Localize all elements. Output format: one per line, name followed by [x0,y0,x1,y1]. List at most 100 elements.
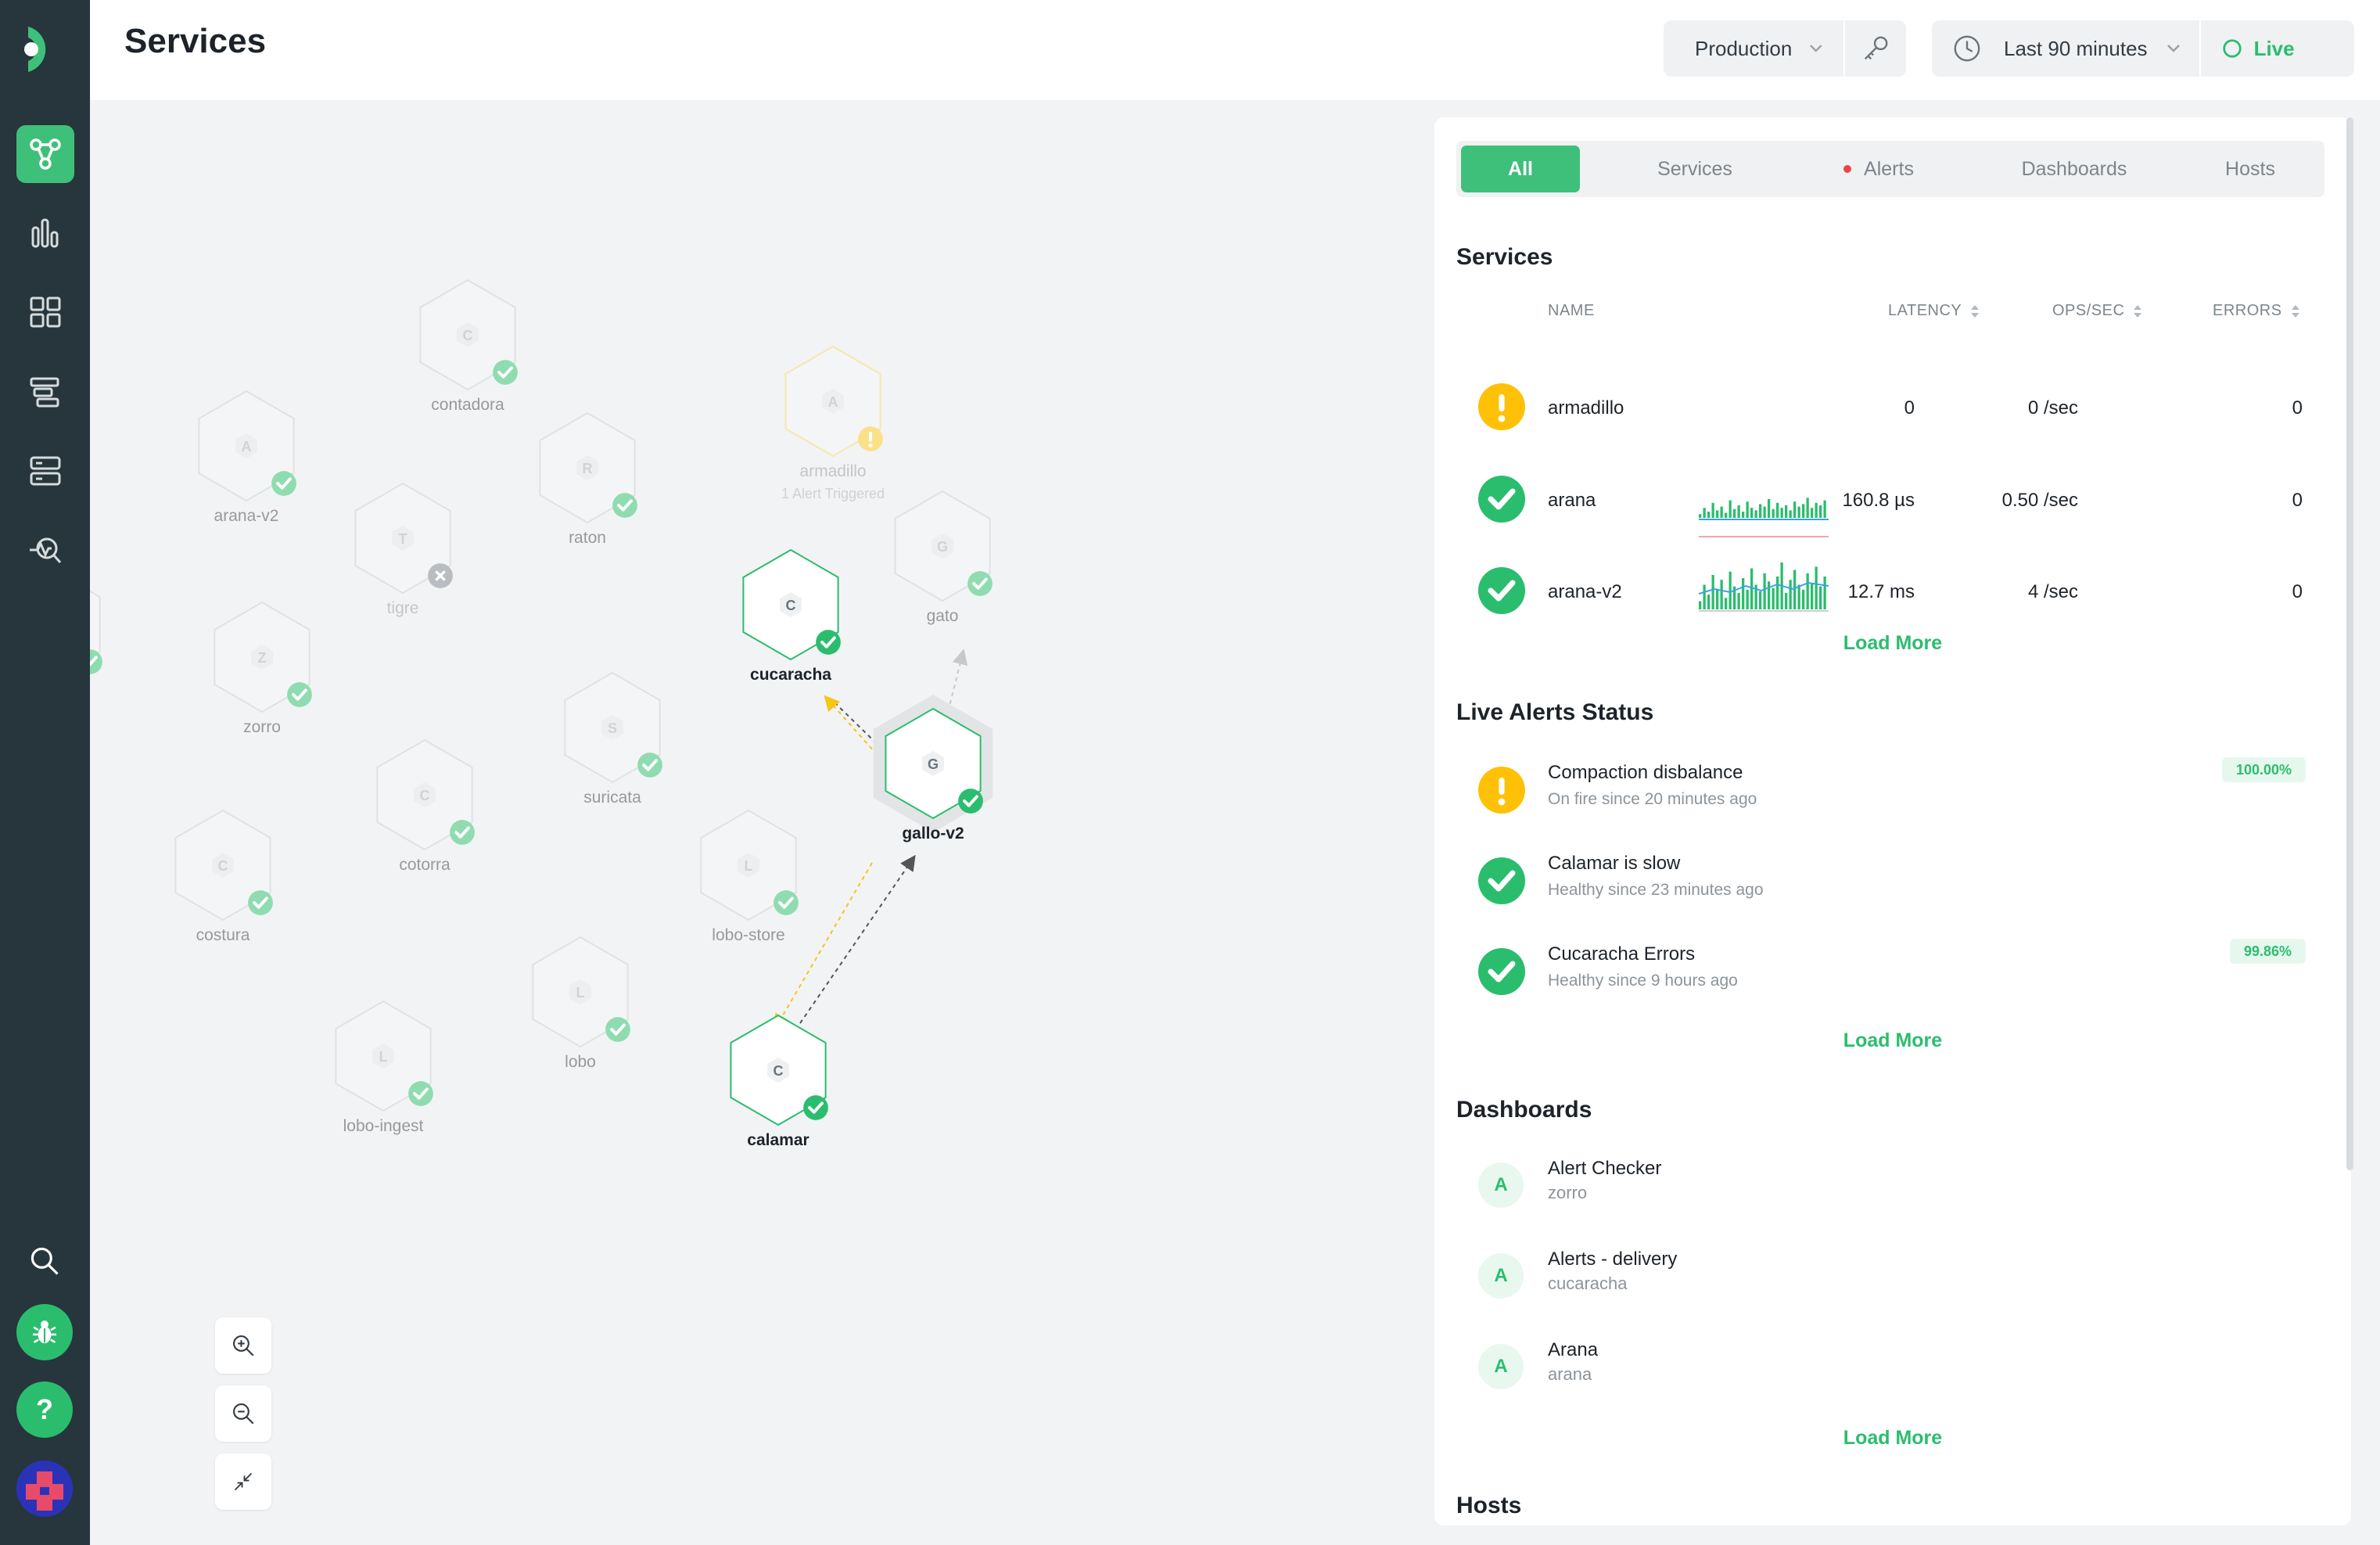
nav-service-map[interactable] [16,125,74,183]
service-node-raton[interactable]: R [517,397,658,542]
tab-dashboards[interactable]: Dashboards [1980,146,2168,192]
dashboard-title: Alerts - delivery [1548,1249,1678,1270]
tab-services[interactable]: Services [1613,146,1777,192]
alert-title: Calamar is slow [1548,853,1681,874]
service-name: arana [1548,490,1596,511]
api-key-button[interactable] [1845,34,1906,63]
nav-charts[interactable] [16,203,74,261]
service-node-label: costura [196,926,250,944]
svg-text:C: C [774,1063,784,1079]
service-latency: 160.8 µs [1842,490,1915,511]
alert-row[interactable]: Compaction disbalance On fire since 20 mi… [1434,757,2351,835]
live-label: Live [2253,36,2295,60]
help-button[interactable]: ? [16,1382,73,1438]
column-header-errors[interactable]: ERRORS [2213,302,2301,320]
chevron-down-icon [2166,45,2180,52]
warning-icon [1478,383,1525,430]
nav-alerts[interactable] [16,521,74,579]
service-node-lobo[interactable]: L [510,922,651,1066]
fit-view-button[interactable] [215,1453,271,1510]
alert-status-text: On fire since 20 minutes ago [1548,790,1757,808]
service-node-calamar[interactable]: C [708,1000,849,1144]
svg-text:C: C [420,788,430,803]
dashboard-row[interactable]: A Alerts - delivery cucaracha [1434,1244,2351,1314]
environment-selector[interactable]: Production [1664,20,1906,77]
service-node-label: tigre [386,599,419,617]
service-node-contadora[interactable]: C [397,264,538,409]
alert-title: Compaction disbalance [1548,762,1743,783]
nav-hosts[interactable] [16,442,74,500]
table-row[interactable]: arana 160.8 µs 0.50 /sec 0 [1434,460,2351,538]
check-icon [1478,857,1525,904]
service-node-lobo-store[interactable]: L [678,795,819,940]
service-node-label: arana-v2 [214,507,279,525]
check-icon [637,752,663,782]
column-header-latency[interactable]: LATENCY [1888,302,1980,320]
nav-dashboards[interactable] [16,283,74,341]
bug-report-button[interactable] [16,1304,73,1360]
service-node-lobo-ingest[interactable]: L [313,986,454,1130]
svg-text:L: L [745,858,753,874]
search-icon [31,1247,59,1275]
zoom-in-button[interactable] [215,1317,271,1374]
table-row[interactable]: armadillo 0 0 /sec 0 [1434,368,2351,446]
zoom-out-button[interactable] [215,1385,271,1442]
service-latency: 12.7 ms [1847,581,1915,602]
service-node-gato[interactable]: G [872,476,1013,620]
app-logo[interactable] [23,20,64,78]
sort-icon [2291,304,2299,318]
service-node-cotorra[interactable]: C [354,724,495,869]
tab-services-label: Services [1657,157,1732,180]
svg-text:L: L [576,985,585,1001]
alert-row[interactable]: Calamar is slow Healthy since 23 minutes … [1434,848,2351,926]
avatar[interactable] [16,1461,73,1517]
app-root: ? Services Production Last 90 minutes Li… [0,0,2380,1545]
divider [2199,20,2201,77]
tab-alerts[interactable]: Alerts [1793,146,1965,192]
services-load-more[interactable]: Load More [1434,632,2351,655]
service-node-label: lobo-store [712,926,785,944]
service-node-tigre[interactable]: T [332,468,473,613]
column-header-ops[interactable]: OPS/SEC [2052,302,2143,320]
service-node-label: suricata [583,789,641,807]
key-icon [1864,36,1888,60]
live-spinner-icon [2222,39,2242,58]
service-node-costura[interactable]: C [153,795,293,940]
tab-hosts[interactable]: Hosts [2184,146,2317,192]
bug-icon [33,1320,56,1344]
search-button[interactable] [16,1233,73,1289]
live-toggle[interactable]: Live [2221,37,2295,61]
sort-icon [2134,304,2142,318]
alerts-load-more[interactable]: Load More [1434,1029,2351,1052]
nav-traces[interactable] [16,363,74,421]
alert-badge: 99.86% [2229,939,2306,964]
service-latency: 0 [1904,397,1915,419]
overview-panel: All Services Alerts Dashboards Hosts Ser… [1434,117,2351,1525]
service-node-a[interactable] [90,554,123,699]
table-row[interactable]: arana-v2 12.7 ms 4 /sec 0 [1434,552,2351,630]
alert-indicator-dot [1843,165,1852,173]
time-range-selector[interactable]: Last 90 minutes Live [1932,20,2354,77]
help-icon: ? [36,1393,53,1425]
service-node-zorro[interactable]: Z [192,587,332,731]
panel-tabs: All Services Alerts Dashboards Hosts [1456,141,2324,197]
trace-icon [30,377,59,408]
service-node-armadillo[interactable]: A [763,331,903,476]
column-header-name[interactable]: NAME [1548,302,1595,320]
service-node-cucaracha[interactable]: C [720,534,861,679]
tab-all[interactable]: All [1461,146,1580,192]
service-node-arana-v2[interactable]: A [176,375,317,520]
grid-icon [30,296,61,328]
svg-text:G: G [937,539,948,555]
service-map-canvas[interactable]: Ccontadora Aarana-v2 Aarmadillo 1 Alert Tri… [90,100,1434,1545]
dashboard-row[interactable]: A Arana arana [1434,1335,2351,1405]
panel-scrollbar[interactable] [2346,117,2353,1170]
service-node-label: gallo-v2 [902,825,964,843]
dashboards-load-more[interactable]: Load More [1434,1427,2351,1450]
service-node-gallo-v2[interactable]: G [863,693,1003,838]
check-icon [286,681,313,712]
check-icon [90,649,103,679]
service-node-suricata[interactable]: S [542,657,683,802]
dashboard-row[interactable]: A Alert Checker zorro [1434,1153,2351,1223]
alert-row[interactable]: Cucaracha Errors Healthy since 9 hours ag… [1434,939,2351,1017]
